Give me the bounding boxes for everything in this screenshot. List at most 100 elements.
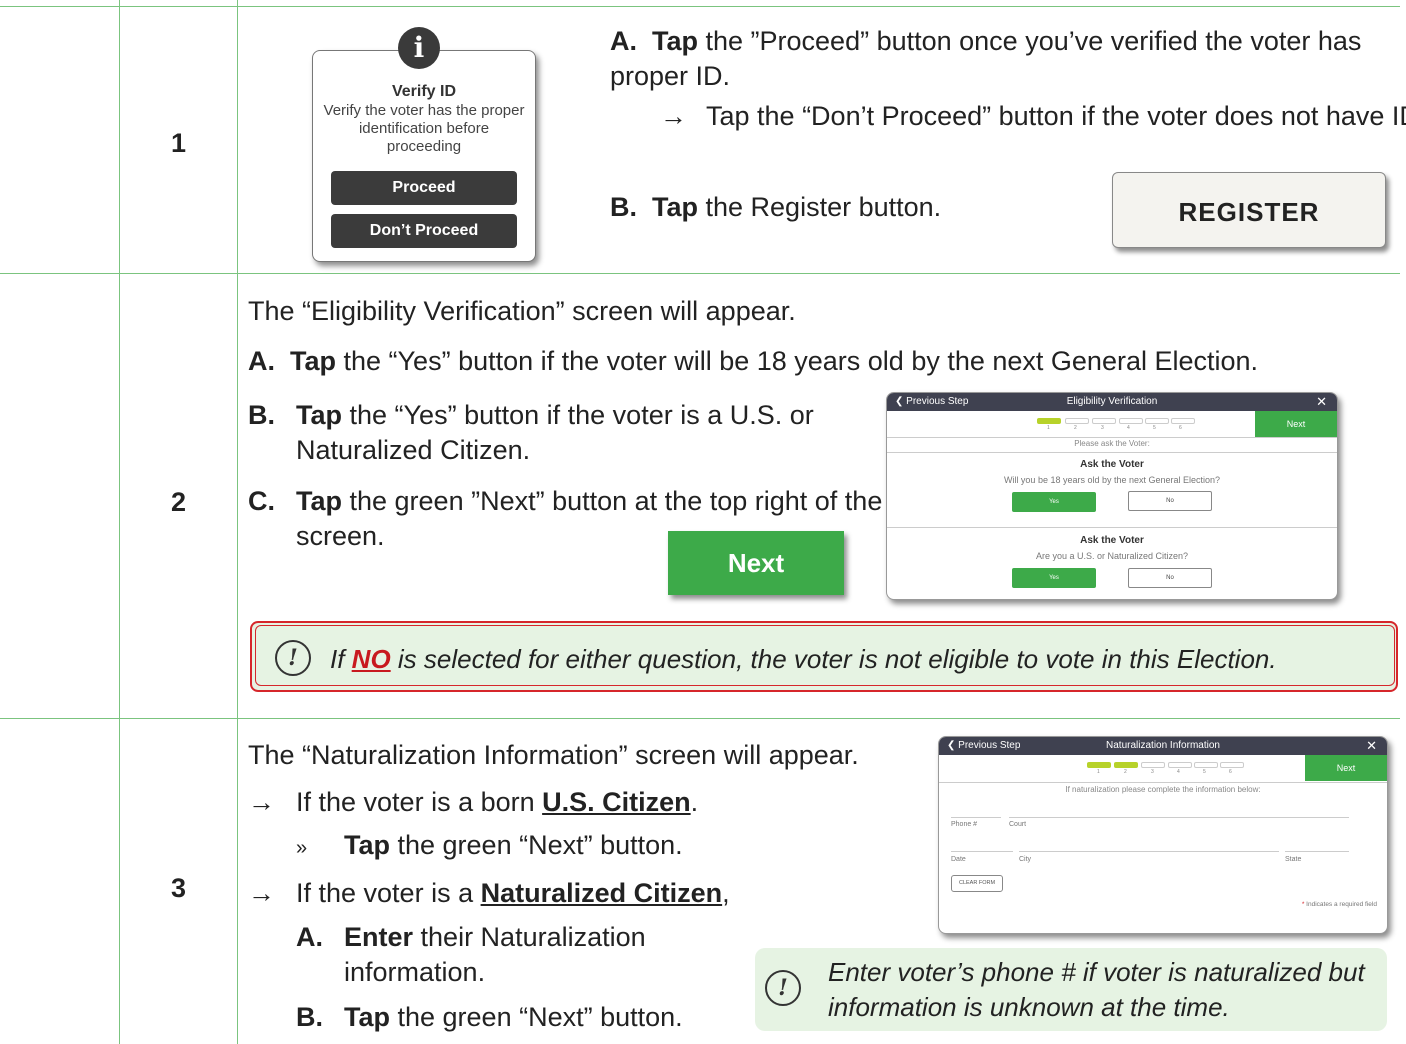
eligibility-screen: ❮ Previous Step Eligibility Verification… bbox=[886, 392, 1338, 600]
progress-number: 1 bbox=[1047, 425, 1050, 431]
progress-number: 3 bbox=[1101, 425, 1104, 431]
screen-prompt: If naturalization please complete the in… bbox=[1065, 785, 1261, 794]
progress-number: 3 bbox=[1151, 769, 1154, 775]
progress-number: 2 bbox=[1074, 425, 1077, 431]
screen-prompt: Please ask the Voter: bbox=[1074, 439, 1150, 448]
screen-next-button[interactable]: Next bbox=[1255, 411, 1337, 437]
progress-step bbox=[1114, 762, 1138, 768]
item-label: B. bbox=[296, 1002, 323, 1032]
required-text: Indicates a required field bbox=[1304, 901, 1377, 908]
instruction-text: the green “Next” button. bbox=[390, 830, 683, 860]
row-divider bbox=[0, 6, 1400, 7]
phone-label: Phone # bbox=[951, 821, 978, 828]
step3-nat: → If the voter is a Naturalized Citizen, bbox=[248, 876, 848, 911]
progress-step bbox=[1065, 418, 1089, 424]
next-button[interactable]: Next bbox=[668, 531, 844, 595]
warning-text-part: is selected for either question, the vot… bbox=[390, 644, 1277, 674]
no-button[interactable]: No bbox=[1128, 491, 1212, 511]
question-text: Will you be 18 years old by the next Gen… bbox=[1003, 475, 1221, 485]
register-button[interactable]: REGISTER bbox=[1112, 172, 1386, 248]
warning-text-part: If bbox=[330, 644, 352, 674]
progress-step bbox=[1037, 418, 1061, 424]
row-divider bbox=[0, 273, 1400, 274]
question-text: Are you a U.S. or Naturalized Citizen? bbox=[1035, 551, 1189, 561]
action-verb: Tap bbox=[290, 346, 336, 376]
required-note: * Indicates a required field bbox=[1302, 901, 1377, 908]
yes-button[interactable]: Yes bbox=[1012, 492, 1096, 512]
progress-step bbox=[1092, 418, 1116, 424]
row-divider bbox=[0, 718, 1400, 719]
no-button[interactable]: No bbox=[1128, 568, 1212, 588]
popup-body: Verify the voter has the proper identifi… bbox=[323, 102, 525, 155]
emphasis-text: U.S. Citizen bbox=[542, 787, 691, 817]
clear-form-button[interactable]: CLEAR FORM bbox=[951, 875, 1003, 892]
court-label: Court bbox=[1009, 821, 1027, 828]
progress-number: 2 bbox=[1124, 769, 1127, 775]
step2-intro: The “Eligibility Verification” screen wi… bbox=[248, 296, 796, 326]
warning-text: If NO is selected for either question, t… bbox=[330, 642, 1277, 677]
city-label: City bbox=[1019, 856, 1032, 863]
step3-b: B. Tap the green “Next” button. bbox=[296, 1000, 796, 1035]
info-icon: i bbox=[398, 27, 440, 69]
divider bbox=[887, 452, 1337, 453]
question-heading: Ask the Voter bbox=[1080, 459, 1144, 470]
item-label: B. bbox=[610, 192, 637, 222]
screen-title: Eligibility Verification bbox=[1066, 396, 1158, 407]
step1-arrow: → Tap the “Don’t Proceed” button if the v… bbox=[660, 99, 1406, 134]
screen-title: Naturalization Information bbox=[1106, 740, 1220, 751]
progress-number: 1 bbox=[1097, 769, 1100, 775]
phone-field[interactable] bbox=[951, 817, 1001, 818]
action-verb: Tap bbox=[344, 830, 390, 860]
item-label: C. bbox=[248, 486, 275, 516]
item-label: B. bbox=[248, 400, 275, 430]
popup-title: Verify ID bbox=[391, 83, 457, 100]
progress-step bbox=[1220, 762, 1244, 768]
instruction-text: the Register button. bbox=[698, 192, 942, 222]
item-label: A. bbox=[248, 346, 275, 376]
action-verb: Enter bbox=[344, 922, 414, 952]
instruction-text: Tap the “Don’t Proceed” button if the vo… bbox=[706, 101, 1406, 131]
step-number: 2 bbox=[171, 487, 187, 517]
step1-a: A. Tap the ”Proceed” button once you’ve v… bbox=[610, 24, 1400, 94]
action-verb: Tap bbox=[652, 26, 698, 56]
instruction-text: . bbox=[690, 787, 699, 817]
city-field[interactable] bbox=[1019, 851, 1279, 852]
instruction-text: the ”Proceed” button once you’ve verifie… bbox=[610, 26, 1362, 91]
screen-next-button[interactable]: Next bbox=[1305, 755, 1387, 781]
progress-step bbox=[1194, 762, 1218, 768]
step3-intro: The “Naturalization Information” screen … bbox=[248, 740, 859, 770]
court-field[interactable] bbox=[1009, 817, 1349, 818]
step-number: 1 bbox=[171, 128, 187, 158]
divider bbox=[887, 437, 1337, 438]
progress-step bbox=[1168, 762, 1192, 768]
emphasis-text: Naturalized Citizen bbox=[480, 878, 723, 908]
column-divider bbox=[119, 0, 120, 1044]
divider bbox=[887, 527, 1337, 528]
step2-a: A. Tap the “Yes” button if the voter will… bbox=[248, 344, 1398, 379]
dont-proceed-button[interactable]: Don’t Proceed bbox=[331, 214, 517, 248]
instruction-text: the green “Next” button. bbox=[390, 1002, 683, 1032]
close-icon[interactable]: ✕ bbox=[1366, 737, 1377, 755]
step2-b: B. Tap the “Yes” button if the voter is a… bbox=[248, 398, 856, 468]
verify-id-popup: Verify ID Verify the voter has the prope… bbox=[312, 50, 536, 262]
action-verb: Tap bbox=[296, 486, 342, 516]
step-number: 3 bbox=[171, 873, 187, 903]
progress-step bbox=[1087, 762, 1111, 768]
action-verb: Tap bbox=[652, 192, 698, 222]
close-icon[interactable]: ✕ bbox=[1316, 393, 1327, 411]
state-field[interactable] bbox=[1285, 851, 1349, 852]
exclamation-icon: ! bbox=[275, 640, 311, 676]
proceed-button[interactable]: Proceed bbox=[331, 171, 517, 205]
arrow-icon: → bbox=[248, 787, 275, 817]
screen-titlebar: ❮ Previous Step Eligibility Verification… bbox=[887, 393, 1337, 411]
progress-number: 5 bbox=[1153, 425, 1156, 431]
item-label: A. bbox=[610, 26, 637, 56]
progress-number: 6 bbox=[1229, 769, 1232, 775]
column-divider bbox=[237, 0, 238, 1044]
date-field[interactable] bbox=[951, 851, 1013, 852]
progress-number: 4 bbox=[1177, 769, 1180, 775]
yes-button[interactable]: Yes bbox=[1012, 568, 1096, 588]
exclamation-icon: ! bbox=[765, 970, 801, 1006]
screen-titlebar: ❮ Previous Step Naturalization Informati… bbox=[939, 737, 1387, 755]
instruction-text: If the voter is a bbox=[296, 878, 481, 908]
